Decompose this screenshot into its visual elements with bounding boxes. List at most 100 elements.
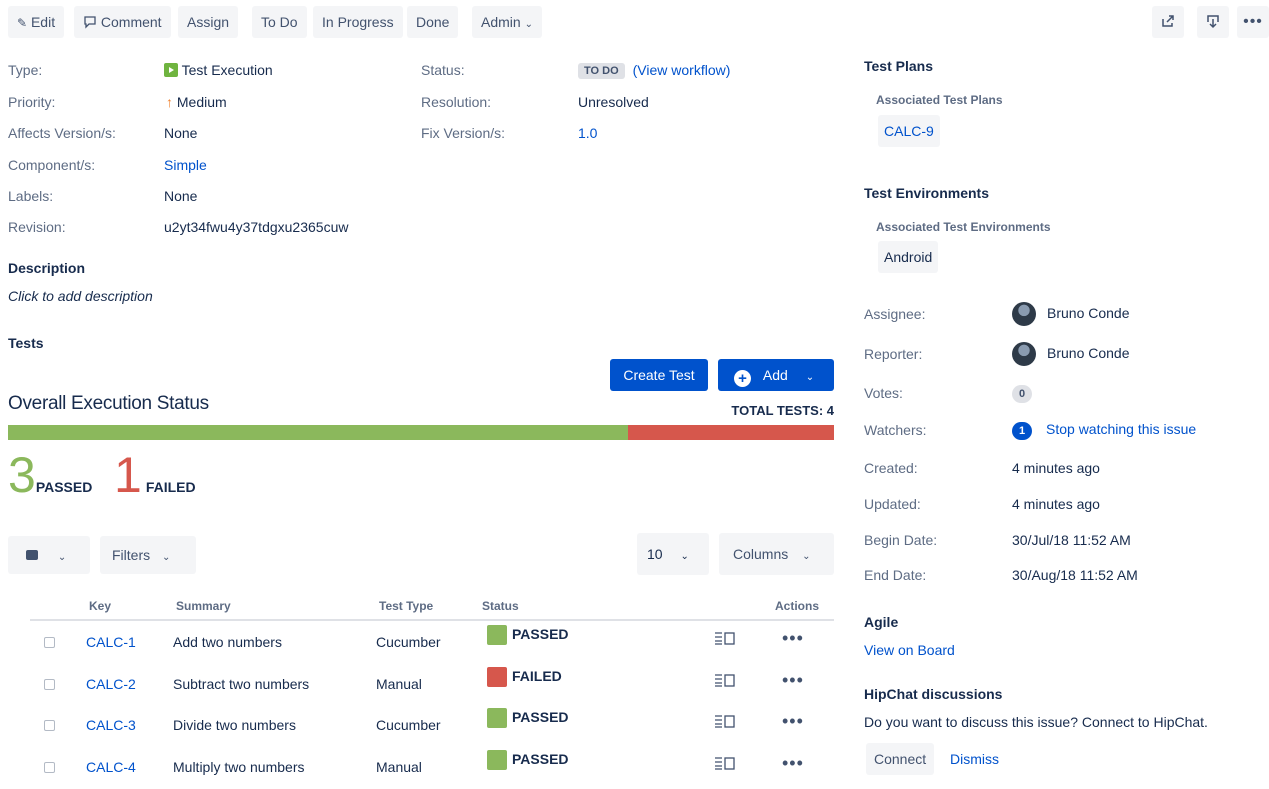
passed-label: PASSED — [35, 479, 93, 495]
admin-button[interactable]: Admin ⌄ — [472, 6, 542, 38]
table-row: CALC-1 Add two numbers Cucumber PASSED •… — [30, 622, 834, 664]
associated-test-environments-label: Associated Test Environments — [876, 220, 1051, 234]
assignee-value[interactable]: Bruno Conde — [1047, 305, 1130, 321]
avatar — [1012, 302, 1036, 326]
page-size-select[interactable]: 10 ⌄ — [637, 533, 709, 575]
column-header-status[interactable]: Status — [482, 599, 519, 613]
column-header-key[interactable]: Key — [89, 599, 111, 613]
test-summary: Divide two numbers — [173, 717, 296, 733]
test-summary: Multiply two numbers — [173, 759, 305, 775]
share-icon — [1160, 13, 1176, 32]
row-actions-icon[interactable]: ••• — [782, 628, 804, 649]
status-text: PASSED — [512, 709, 569, 725]
chevron-down-icon: ⌄ — [805, 372, 815, 383]
fix-version-link[interactable]: 1.0 — [578, 125, 597, 141]
type-value: Test Execution — [164, 62, 273, 78]
row-checkbox[interactable] — [44, 679, 55, 690]
stop-watching-link[interactable]: Stop watching this issue — [1046, 421, 1196, 437]
more-icon: ••• — [1243, 13, 1263, 30]
execution-details-icon[interactable] — [714, 714, 736, 731]
reporter-value[interactable]: Bruno Conde — [1047, 345, 1130, 361]
plus-circle-icon: + — [734, 370, 751, 387]
table-row: CALC-4 Multiply two numbers Manual PASSE… — [30, 747, 834, 789]
view-workflow-link[interactable]: (View workflow) — [633, 62, 731, 78]
test-summary: Add two numbers — [173, 634, 282, 650]
status-text: FAILED — [512, 668, 562, 684]
assignee-label: Assignee: — [864, 306, 926, 322]
select-all-dropdown[interactable]: ⌄ — [8, 536, 90, 574]
watchers-label: Watchers: — [864, 422, 927, 438]
column-header-summary[interactable]: Summary — [176, 599, 231, 613]
row-actions-icon[interactable]: ••• — [782, 711, 804, 732]
columns-dropdown[interactable]: Columns ⌄ — [719, 533, 834, 575]
row-actions-icon[interactable]: ••• — [782, 753, 804, 774]
share-button[interactable] — [1152, 6, 1184, 38]
priority-label: Priority: — [8, 94, 56, 110]
fix-version-label: Fix Version/s: — [421, 125, 506, 141]
affects-value: None — [164, 125, 198, 141]
component-link[interactable]: Simple — [164, 157, 207, 173]
passed-count: 3 — [8, 447, 36, 503]
test-execution-icon — [164, 63, 178, 77]
comment-button[interactable]: Comment — [74, 6, 171, 38]
test-plan-link[interactable]: CALC-9 — [878, 115, 940, 147]
export-button[interactable] — [1197, 6, 1229, 38]
execution-details-icon[interactable] — [714, 631, 736, 648]
connect-button[interactable]: Connect — [866, 743, 935, 775]
created-label: Created: — [864, 460, 918, 476]
dismiss-link[interactable]: Dismiss — [950, 751, 999, 767]
add-button[interactable]: + Add ⌄ — [718, 359, 834, 391]
todo-button[interactable]: To Do — [252, 6, 307, 38]
test-key-link[interactable]: CALC-4 — [86, 759, 136, 775]
assign-button[interactable]: Assign — [178, 6, 239, 38]
row-checkbox[interactable] — [44, 720, 55, 731]
comment-icon — [83, 14, 101, 30]
status-text: PASSED — [512, 751, 569, 767]
done-button[interactable]: Done — [407, 6, 459, 38]
test-key-link[interactable]: CALC-1 — [86, 634, 136, 650]
test-environment-tag[interactable]: Android — [878, 241, 939, 273]
row-actions-icon[interactable]: ••• — [782, 670, 804, 691]
execution-details-icon[interactable] — [714, 673, 736, 690]
description-title: Description — [8, 260, 86, 276]
view-on-board-link[interactable]: View on Board — [864, 642, 955, 658]
status-swatch — [487, 750, 507, 770]
pencil-icon: ✎ — [17, 16, 28, 30]
created-value: 4 minutes ago — [1012, 460, 1100, 476]
total-tests: TOTAL TESTS: 4 — [731, 403, 834, 418]
test-type: Manual — [376, 676, 422, 692]
status-text: PASSED — [512, 626, 569, 642]
in-progress-button[interactable]: In Progress — [313, 6, 403, 38]
component-label: Component/s: — [8, 157, 96, 173]
resolution-value: Unresolved — [578, 94, 649, 110]
labels-value: None — [164, 188, 198, 204]
begin-date-value: 30/Jul/18 11:52 AM — [1012, 532, 1131, 548]
agile-title: Agile — [864, 614, 899, 630]
execution-details-icon[interactable] — [714, 756, 736, 773]
test-type: Cucumber — [376, 634, 441, 650]
avatar — [1012, 342, 1036, 366]
more-button[interactable]: ••• — [1237, 6, 1269, 38]
column-header-test-type[interactable]: Test Type — [379, 599, 433, 613]
test-key-link[interactable]: CALC-3 — [86, 717, 136, 733]
watchers-count-badge[interactable]: 1 — [1012, 421, 1032, 440]
execution-progress-bar — [8, 425, 834, 440]
test-environments-title: Test Environments — [864, 185, 989, 201]
status-label: Status: — [421, 62, 465, 78]
test-key-link[interactable]: CALC-2 — [86, 676, 136, 692]
priority-value: ↑ Medium — [166, 94, 227, 110]
description-field[interactable]: Click to add description — [8, 288, 153, 304]
chevron-down-icon: ⌄ — [524, 19, 533, 30]
checkbox-square-icon — [26, 550, 38, 560]
row-checkbox[interactable] — [44, 762, 55, 773]
associated-test-plans-label: Associated Test Plans — [876, 93, 1003, 107]
test-summary: Subtract two numbers — [173, 676, 310, 692]
row-checkbox[interactable] — [44, 637, 55, 648]
votes-badge[interactable]: 0 — [1012, 384, 1032, 403]
create-test-button[interactable]: Create Test — [610, 359, 708, 391]
updated-label: Updated: — [864, 496, 921, 512]
edit-button[interactable]: ✎ Edit — [8, 6, 65, 38]
begin-date-label: Begin Date: — [864, 532, 938, 548]
filters-dropdown[interactable]: Filters ⌄ — [100, 536, 196, 574]
updated-value: 4 minutes ago — [1012, 496, 1100, 512]
